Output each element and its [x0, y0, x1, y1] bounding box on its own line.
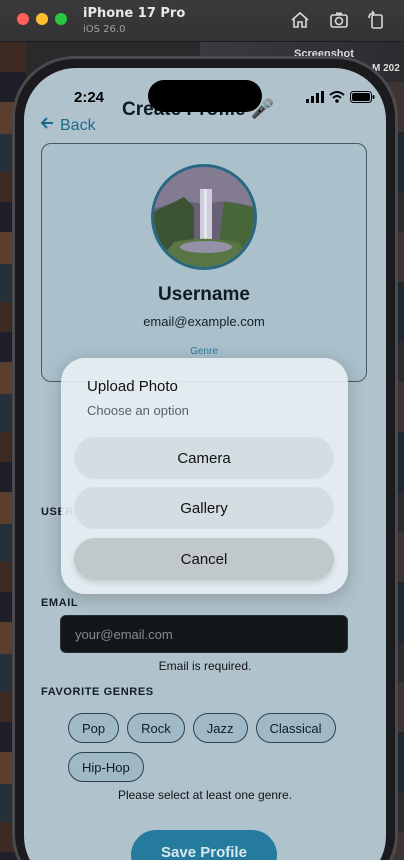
rotate-icon[interactable] [365, 9, 387, 31]
dialog-subtitle: Choose an option [87, 403, 189, 418]
dynamic-island [148, 80, 262, 112]
app-screen: 2:24 Create Profile 🎤 Back [24, 68, 386, 860]
gallery-button[interactable]: Gallery [74, 487, 334, 529]
upload-photo-dialog: Upload Photo Choose an option Camera Gal… [61, 358, 348, 594]
simulator-title-bar: iPhone 17 Pro iOS 26.0 [0, 0, 404, 42]
cancel-button[interactable]: Cancel [74, 538, 334, 580]
camera-button[interactable]: Camera [74, 437, 334, 479]
zoom-window-button[interactable] [55, 13, 67, 25]
home-icon[interactable] [289, 9, 311, 31]
close-window-button[interactable] [17, 13, 29, 25]
device-name: iPhone 17 Pro [83, 6, 186, 21]
screenshot-icon[interactable] [328, 9, 350, 31]
minimize-window-button[interactable] [36, 13, 48, 25]
dialog-title: Upload Photo [87, 378, 178, 395]
os-version: iOS 26.0 [83, 24, 126, 35]
